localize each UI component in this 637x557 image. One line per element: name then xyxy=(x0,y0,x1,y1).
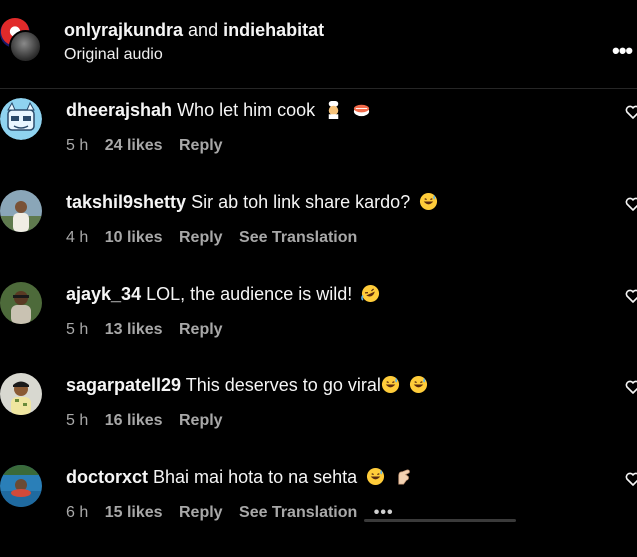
reply-button[interactable]: Reply xyxy=(179,321,223,338)
avatar[interactable] xyxy=(0,98,42,140)
grinning-sweat-emoji-icon xyxy=(381,375,399,394)
comment-text: LOL, the audience is wild! xyxy=(146,284,353,304)
pinch-hand-emoji-icon xyxy=(398,469,411,485)
reply-button[interactable]: Reply xyxy=(179,412,223,429)
grinning-sweat-emoji-icon xyxy=(420,192,438,211)
collab-avatars[interactable] xyxy=(0,18,44,66)
comment-likes[interactable]: 15 likes xyxy=(105,504,163,521)
comment-item: sagarpatell29 This deserves to go viral … xyxy=(0,373,637,465)
sushi-emoji-icon xyxy=(354,104,370,117)
heart-icon[interactable] xyxy=(625,471,637,487)
avatar[interactable] xyxy=(0,373,42,415)
comment-meta: 6 h 15 likes Reply See Translation ••• xyxy=(66,504,406,522)
username-link[interactable]: indiehabitat xyxy=(223,20,324,40)
collab-title: onlyrajkundra and indiehabitat xyxy=(64,20,324,41)
comment-meta: 5 h 24 likes Reply xyxy=(66,137,235,155)
grinning-sweat-emoji-icon xyxy=(367,467,385,486)
reply-button[interactable]: Reply xyxy=(179,137,223,154)
avatar[interactable] xyxy=(0,282,42,324)
avatar[interactable] xyxy=(9,30,42,63)
comment-text: Bhai mai hota to na sehta xyxy=(153,467,358,487)
heart-icon[interactable] xyxy=(625,288,637,304)
comment-username[interactable]: sagarpatell29 xyxy=(66,375,181,395)
audio-label[interactable]: Original audio xyxy=(64,46,163,64)
comment-item: doctorxct Bhai mai hota to na sehta 6 h … xyxy=(0,465,637,557)
comment-item: dheerajshah Who let him cook 5 h 24 like… xyxy=(0,98,637,190)
comment-likes[interactable]: 24 likes xyxy=(105,137,163,154)
avatar[interactable] xyxy=(0,190,42,232)
comment-username[interactable]: takshil9shetty xyxy=(66,192,186,212)
comment-meta: 5 h 16 likes Reply xyxy=(66,412,235,430)
comment-text-line: takshil9shetty Sir ab toh link share kar… xyxy=(66,192,438,213)
see-translation-button[interactable]: See Translation xyxy=(239,229,357,246)
comment-text-line: dheerajshah Who let him cook xyxy=(66,100,371,121)
cook-emoji-icon xyxy=(328,100,339,119)
comment-time: 6 h xyxy=(66,504,89,521)
see-translation-button[interactable]: See Translation xyxy=(239,504,357,521)
comment-meta: 5 h 13 likes Reply xyxy=(66,321,235,339)
and-text: and xyxy=(188,20,219,40)
heart-icon[interactable] xyxy=(625,104,637,120)
avatar[interactable] xyxy=(0,465,42,507)
reply-button[interactable]: Reply xyxy=(179,229,223,246)
comment-username[interactable]: dheerajshah xyxy=(66,100,172,120)
comment-text: Sir ab toh link share kardo? xyxy=(191,192,411,212)
comment-likes[interactable]: 16 likes xyxy=(105,412,163,429)
grinning-sweat-emoji-icon xyxy=(409,375,427,394)
comment-time: 4 h xyxy=(66,229,89,246)
comment-meta: 4 h 10 likes Reply See Translation xyxy=(66,229,369,247)
comment-likes[interactable]: 13 likes xyxy=(105,321,163,338)
reel-header: onlyrajkundra and indiehabitat Original … xyxy=(0,0,637,88)
username-link[interactable]: onlyrajkundra xyxy=(64,20,183,40)
comment-time: 5 h xyxy=(66,321,89,338)
comment-text-line: ajayk_34 LOL, the audience is wild! xyxy=(66,284,380,305)
divider xyxy=(0,88,637,89)
comment-text-line: doctorxct Bhai mai hota to na sehta xyxy=(66,467,413,488)
comment-item: takshil9shetty Sir ab toh link share kar… xyxy=(0,190,637,282)
more-options-icon[interactable]: ••• xyxy=(612,38,633,64)
heart-icon[interactable] xyxy=(625,379,637,395)
comment-text: Who let him cook xyxy=(177,100,316,120)
comment-likes[interactable]: 10 likes xyxy=(105,229,163,246)
comment-text-line: sagarpatell29 This deserves to go viral xyxy=(66,375,428,396)
heart-icon[interactable] xyxy=(625,196,637,212)
comment-username[interactable]: doctorxct xyxy=(66,467,148,487)
comment-time: 5 h xyxy=(66,412,89,429)
comment-item: ajayk_34 LOL, the audience is wild! 5 h … xyxy=(0,282,637,374)
reply-button[interactable]: Reply xyxy=(179,504,223,521)
rofl-emoji-icon xyxy=(361,284,380,303)
comment-username[interactable]: ajayk_34 xyxy=(66,284,141,304)
comment-time: 5 h xyxy=(66,137,89,154)
comment-text: This deserves to go viral xyxy=(185,375,381,395)
